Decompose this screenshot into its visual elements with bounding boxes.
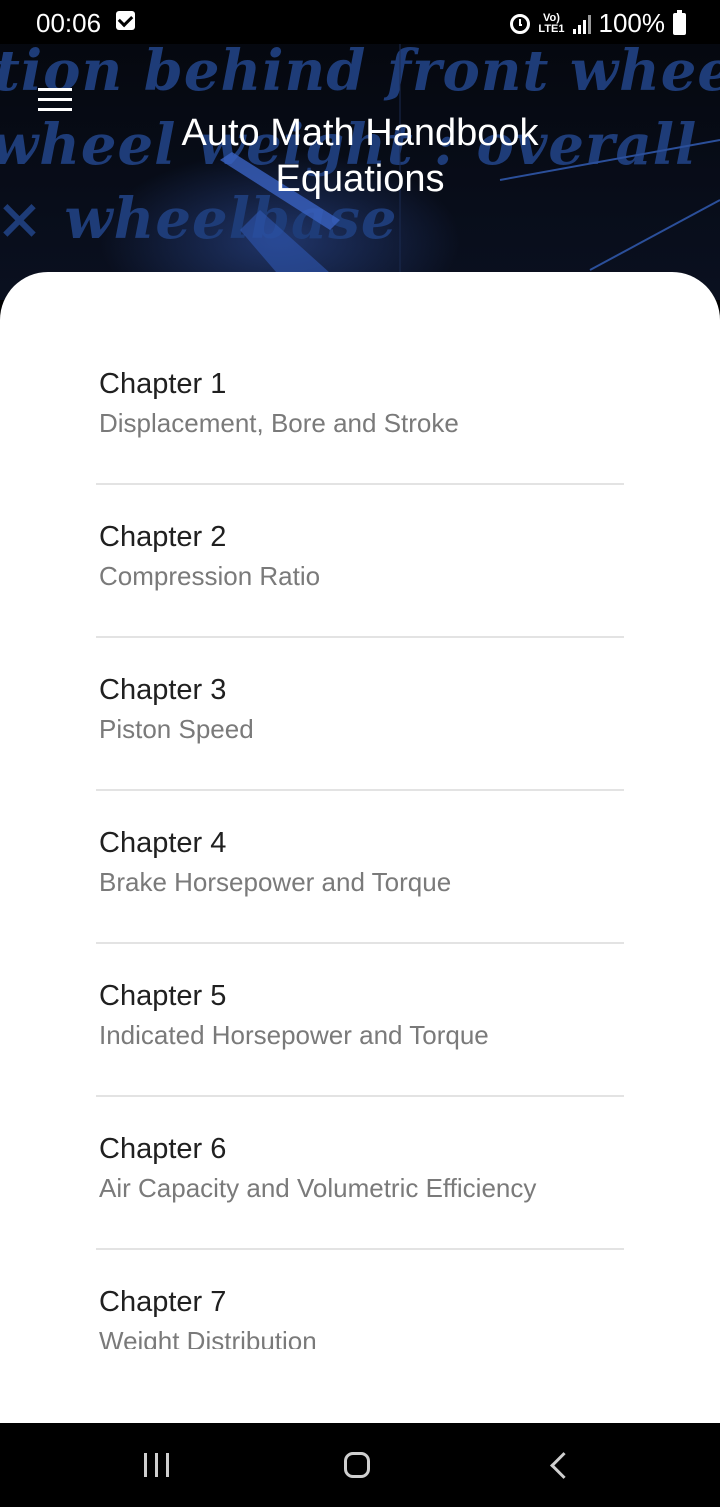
back-icon[interactable] xyxy=(550,1452,577,1479)
chapter-title: Chapter 1 xyxy=(99,368,227,400)
alarm-clock-icon xyxy=(510,13,531,34)
list-clip-area xyxy=(0,1349,720,1423)
recent-apps-icon[interactable] xyxy=(144,1453,169,1477)
chapter-subtitle: Air Capacity and Volumetric Efficiency xyxy=(99,1173,537,1203)
chapter-item-5[interactable]: Chapter 5 Indicated Horsepower and Torqu… xyxy=(96,944,624,1097)
notification-check-icon xyxy=(116,11,135,30)
battery-percent: 100% xyxy=(598,8,666,38)
status-time: 00:06 xyxy=(36,8,102,38)
page-title: Auto Math Handbook Equations xyxy=(0,110,720,202)
chapter-subtitle: Compression Ratio xyxy=(99,561,321,591)
app-header: tion behind front wheels wheel weight : … xyxy=(0,40,720,300)
chapter-subtitle: Indicated Horsepower and Torque xyxy=(99,1020,489,1050)
content-card: Chapter 1 Displacement, Bore and Stroke … xyxy=(0,272,720,1423)
page-title-line2: Equations xyxy=(275,158,445,200)
battery-full-icon xyxy=(673,9,686,35)
system-nav-bar xyxy=(0,1423,720,1507)
chapter-item-2[interactable]: Chapter 2 Compression Ratio xyxy=(96,485,624,638)
chapter-list: Chapter 1 Displacement, Bore and Stroke … xyxy=(96,332,624,1403)
chapter-title: Chapter 6 xyxy=(99,1133,227,1165)
chapter-title: Chapter 5 xyxy=(99,980,227,1012)
chapter-subtitle: Brake Horsepower and Torque xyxy=(99,867,452,897)
home-icon[interactable] xyxy=(344,1452,370,1478)
chapter-item-1[interactable]: Chapter 1 Displacement, Bore and Stroke xyxy=(96,332,624,485)
chapter-item-3[interactable]: Chapter 3 Piston Speed xyxy=(96,638,624,791)
cellular-signal-icon xyxy=(572,14,591,34)
volte-icon: Vo) LTE1 xyxy=(538,11,565,35)
page-title-line1: Auto Math Handbook xyxy=(181,112,539,154)
chapter-title: Chapter 2 xyxy=(99,521,227,553)
chapter-item-6[interactable]: Chapter 6 Air Capacity and Volumetric Ef… xyxy=(96,1097,624,1250)
chapter-subtitle: Displacement, Bore and Stroke xyxy=(99,408,459,438)
chapter-title: Chapter 4 xyxy=(99,827,227,859)
chapter-item-4[interactable]: Chapter 4 Brake Horsepower and Torque xyxy=(96,791,624,944)
status-indicators: Vo) LTE1 100% xyxy=(510,8,686,39)
chapter-subtitle: Piston Speed xyxy=(99,714,254,744)
chapter-title: Chapter 3 xyxy=(99,674,227,706)
chapter-title: Chapter 7 xyxy=(99,1286,227,1318)
status-bar: 00:06 Vo) LTE1 100% xyxy=(0,0,720,44)
